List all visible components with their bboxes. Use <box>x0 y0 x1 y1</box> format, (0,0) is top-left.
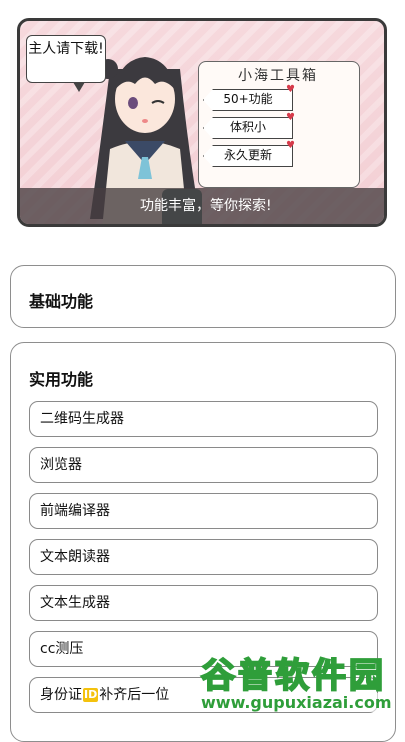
basic-functions-section[interactable]: 基础功能 <box>10 265 396 328</box>
card-title: 小海工具箱 <box>238 68 318 84</box>
text-reader-item[interactable]: 文本朗读器 <box>29 539 378 575</box>
frontend-compiler-item[interactable]: 前端编译器 <box>29 493 378 529</box>
tag-features: 50+功能 <box>203 89 293 111</box>
heart-icon: ♥ <box>286 140 295 151</box>
qr-code-generator-item[interactable]: 二维码生成器 <box>29 401 378 437</box>
speech-bubble: 主人请下载! <box>26 35 106 92</box>
id-card-complete-item[interactable]: 身份证 ID 补齐后一位 <box>29 677 378 713</box>
id-badge-icon: ID <box>83 688 99 702</box>
tag-small-size: 体积小 <box>203 117 293 139</box>
heart-icon: ♥ <box>286 112 295 123</box>
id-item-label-post: 补齐后一位 <box>99 687 170 703</box>
browser-item[interactable]: 浏览器 <box>29 447 378 483</box>
heart-icon: ♥ <box>286 84 295 95</box>
tag-permanent-updates: 永久更新 <box>203 145 293 167</box>
practical-functions-section: 实用功能 二维码生成器 浏览器 前端编译器 文本朗读器 文本生成器 cc测压 身… <box>10 342 396 742</box>
banner-caption: 功能丰富，等你探索! <box>20 188 384 224</box>
id-item-label-pre: 身份证 <box>40 687 82 703</box>
text-generator-item[interactable]: 文本生成器 <box>29 585 378 621</box>
section-title-practical: 实用功能 <box>29 370 94 389</box>
section-title-basic: 基础功能 <box>29 292 94 311</box>
promo-banner[interactable]: 主人请下载! 小海工具箱 50+功能 ♥ 体积小 ♥ 永久更新 ♥ 功能丰富，等… <box>17 18 387 227</box>
cc-stress-test-item[interactable]: cc测压 <box>29 631 378 667</box>
